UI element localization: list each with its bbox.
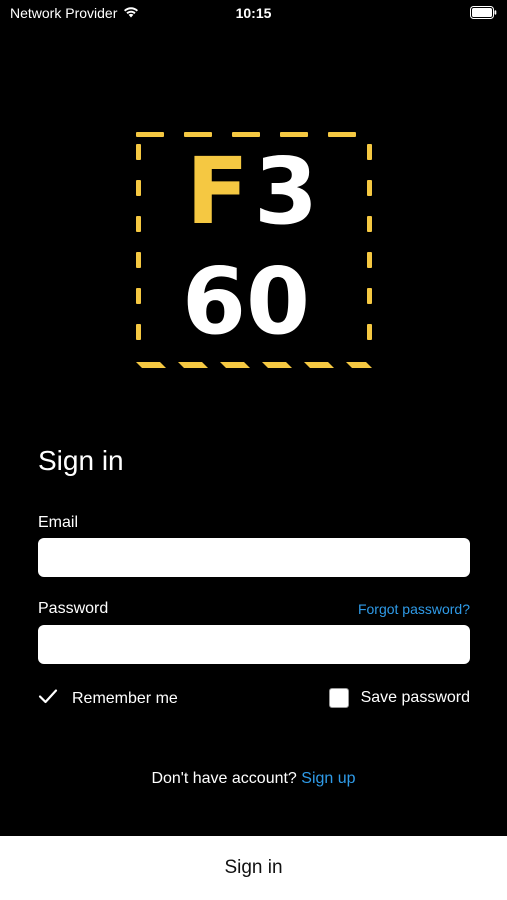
forgot-password-link[interactable]: Forgot password? <box>358 601 470 617</box>
sign-in-screen: Network Provider 10:15 F 3 60 Sign in Em… <box>0 0 507 900</box>
checkmark-icon <box>38 688 58 709</box>
save-password-label: Save password <box>360 689 470 706</box>
logo-letter-f: F <box>186 138 249 245</box>
email-label: Email <box>38 514 79 531</box>
remember-me-checkbox[interactable]: Remember me <box>38 688 178 709</box>
remember-me-label: Remember me <box>72 689 178 707</box>
logo-digit-3: 3 <box>254 138 318 245</box>
save-password-checkbox[interactable]: Save password <box>328 688 470 708</box>
page-title: Sign in <box>38 445 124 476</box>
sign-in-button-label: Sign in <box>224 857 283 878</box>
logo-digits-60: 60 <box>182 248 310 355</box>
email-field[interactable] <box>38 538 470 577</box>
signup-prompt: Don't have account? Sign up <box>0 770 507 788</box>
password-field[interactable] <box>38 625 470 664</box>
status-bar: Network Provider 10:15 <box>0 0 507 28</box>
checkbox-icon <box>328 688 349 708</box>
battery-icon <box>470 6 497 22</box>
status-time: 10:15 <box>235 5 272 21</box>
f360-logo: F 3 60 <box>134 130 374 370</box>
signup-prompt-text: Don't have account? <box>151 770 297 787</box>
sign-in-button[interactable]: Sign in <box>0 836 507 900</box>
sign-up-link[interactable]: Sign up <box>301 770 355 787</box>
password-label: Password <box>38 600 109 617</box>
